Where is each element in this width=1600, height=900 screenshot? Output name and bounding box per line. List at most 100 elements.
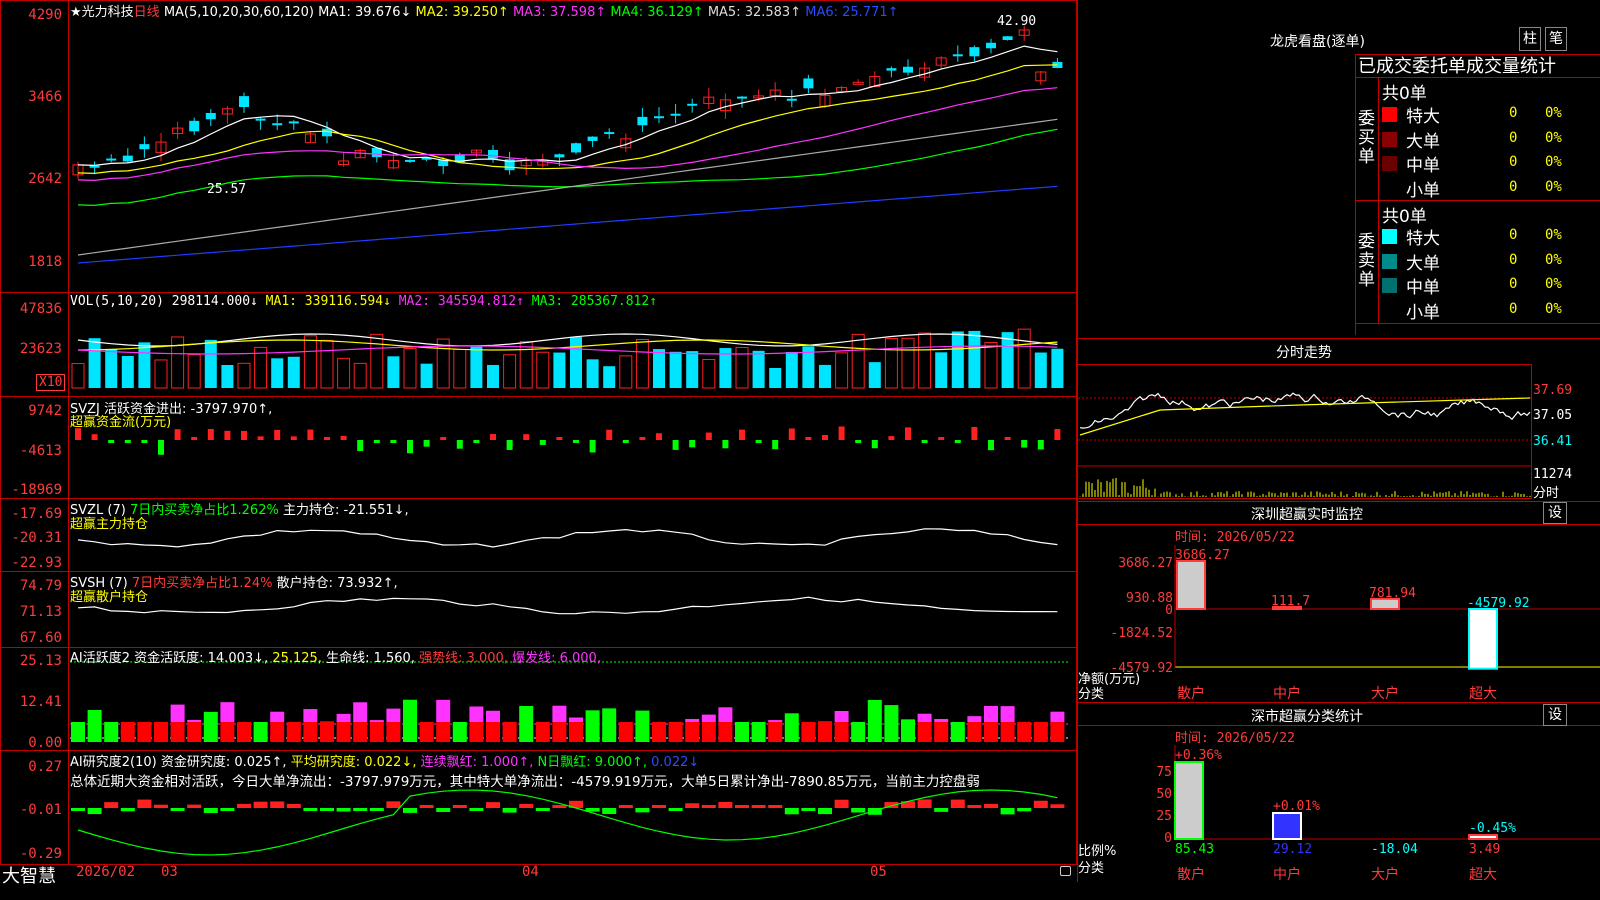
flow-bar	[656, 433, 662, 440]
activity-bar-base	[436, 722, 451, 742]
research-bar	[751, 805, 766, 808]
tick-mode-button[interactable]: 笔	[1545, 27, 1567, 51]
main-ytick: 3466	[28, 89, 62, 105]
research-bar	[187, 804, 202, 808]
fenshi-chart-border	[1077, 364, 1532, 499]
flow-bar	[290, 436, 297, 440]
activity-bar-base	[569, 722, 583, 742]
flow-bar	[838, 426, 845, 440]
research-bar	[270, 801, 285, 808]
stat-settings-button[interactable]: 设	[1543, 704, 1567, 726]
flow-bar	[1037, 440, 1044, 450]
buy-side-label: 委买单	[1358, 109, 1375, 167]
flow-bar	[307, 429, 314, 440]
flow-bar	[705, 432, 712, 440]
lhb-header: 已成交委托单成交量统计	[1358, 56, 1556, 77]
candle-body-down	[571, 143, 581, 153]
stat-value-label: 29.12	[1273, 842, 1312, 857]
monitor-bar-label: 111.7	[1271, 594, 1310, 609]
stat-value-label: 3.49	[1469, 842, 1500, 857]
activity-bar-top	[170, 704, 185, 722]
activity-bar-top	[917, 713, 932, 722]
flow-bar	[158, 440, 164, 455]
row-percent: 0%	[1545, 300, 1562, 317]
volume-bar-up	[370, 333, 384, 389]
monitor-ytick: 3686.27	[1118, 556, 1173, 571]
activity-bar-top	[336, 713, 351, 722]
flow-bar	[971, 427, 978, 440]
flow-bar	[473, 440, 480, 443]
research-bar	[784, 808, 799, 815]
activity-bar-top	[784, 713, 799, 722]
research-bar	[1050, 804, 1065, 808]
research-bar	[818, 808, 832, 815]
ai-research-lian: 连续飘红: 1.000↑,	[420, 755, 534, 770]
research-bar	[336, 808, 351, 812]
row-percent: 0%	[1545, 276, 1562, 292]
monitor-ytick: 0	[1165, 603, 1173, 618]
volume-bar-up	[635, 338, 649, 389]
bar-mode-button[interactable]: 柱	[1519, 27, 1541, 51]
volume-bar-down	[669, 351, 682, 388]
activity-bar-base	[1000, 722, 1015, 742]
activity-bar-base	[934, 722, 949, 742]
volume-bar-down	[951, 331, 964, 388]
ai-activity-life: 生命线: 1.560,	[326, 651, 415, 666]
flow-bar	[589, 440, 596, 453]
lock-icon[interactable]	[1060, 866, 1071, 876]
fenshi-unit: 分时	[1533, 486, 1560, 501]
ma6-value: MA6: 25.771↑	[805, 5, 899, 20]
research-bar	[917, 799, 932, 808]
flow-bar	[423, 440, 430, 447]
activity-bar-base	[818, 722, 832, 742]
flow-bar	[905, 427, 911, 440]
candle-body-down	[139, 144, 150, 150]
lhb-header-line	[1355, 77, 1600, 78]
ai-research-comment: 总体近期大资金相对活跃，今日大单净流出：-3797.979万元，其中特大单净流出…	[70, 774, 980, 790]
row-percent: 0%	[1545, 251, 1562, 268]
vol-ytick: 23623	[19, 341, 62, 357]
stat-ytick: 25	[1156, 809, 1172, 824]
research-bar	[984, 803, 998, 808]
legend-swatch	[1382, 278, 1397, 293]
flow-bar	[274, 429, 281, 440]
research-bar	[452, 805, 467, 808]
activity-bar-base	[170, 722, 185, 742]
activity-bar-top	[552, 705, 567, 722]
stock-name: ★光力科技	[70, 5, 134, 20]
stat-ytick: 0	[1164, 831, 1172, 846]
volume-bar-down	[1034, 352, 1047, 388]
vol-ma1: MA1: 339116.594↓	[265, 294, 391, 309]
ai-activity-ytick: 25.13	[19, 653, 62, 669]
row-label: 大单	[1406, 131, 1440, 152]
activity-bar-base	[452, 722, 467, 742]
activity-bar-top	[519, 706, 534, 722]
sell-side-label: 委卖单	[1358, 232, 1375, 290]
legend-swatch	[1382, 107, 1397, 122]
activity-bar-base	[602, 722, 617, 742]
low-price-label: 25.57	[207, 182, 247, 197]
volume-bar-down	[1051, 348, 1064, 388]
monitor-bar	[1176, 560, 1206, 610]
volume-bar-down	[686, 351, 699, 388]
ai-research-title: AI研究度2(10) 资金研究度: 0.025↑,	[70, 755, 287, 770]
research-bar	[369, 808, 384, 811]
flow-bar	[257, 436, 264, 440]
research-bar	[386, 801, 401, 808]
row-label: 特大	[1406, 107, 1440, 127]
monitor-settings-button[interactable]: 设	[1543, 502, 1567, 524]
monitor-ytick: -1824.52	[1110, 626, 1173, 641]
volume-bar-up	[303, 335, 317, 389]
candle-body-down	[189, 120, 200, 132]
ai-activity-v2: 25.125,	[272, 651, 322, 666]
activity-bar-base	[768, 722, 783, 742]
app-logo: 大智慧	[2, 866, 56, 887]
activity-bar-base	[353, 722, 368, 742]
candle-body-down	[1002, 36, 1013, 40]
monitor-bar-label: 781.94	[1369, 586, 1416, 601]
svsh-hold: 散户持仓: 73.932↑,	[276, 576, 398, 591]
activity-bar-base	[950, 722, 965, 742]
flow-bar	[207, 428, 214, 440]
ai-activity-title: AI活跃度2 资金活跃度: 14.003↓,	[70, 651, 269, 666]
volume-bar-down	[570, 336, 582, 388]
